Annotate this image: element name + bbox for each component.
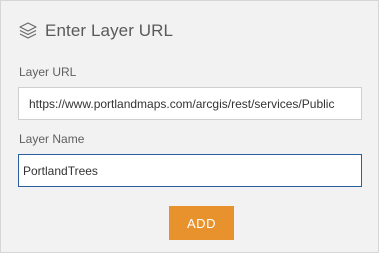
layer-name-input[interactable] <box>18 154 362 187</box>
add-button[interactable]: ADD <box>169 206 234 240</box>
layers-icon <box>18 21 38 41</box>
panel-title: Enter Layer URL <box>45 21 174 40</box>
layer-name-label: Layer Name <box>19 132 85 146</box>
layer-url-label: Layer URL <box>19 65 77 79</box>
layer-url-input[interactable] <box>18 87 362 120</box>
panel-header: Enter Layer URL <box>18 19 173 43</box>
enter-layer-url-panel: Enter Layer URL Layer URL Layer Name ADD <box>0 0 379 253</box>
